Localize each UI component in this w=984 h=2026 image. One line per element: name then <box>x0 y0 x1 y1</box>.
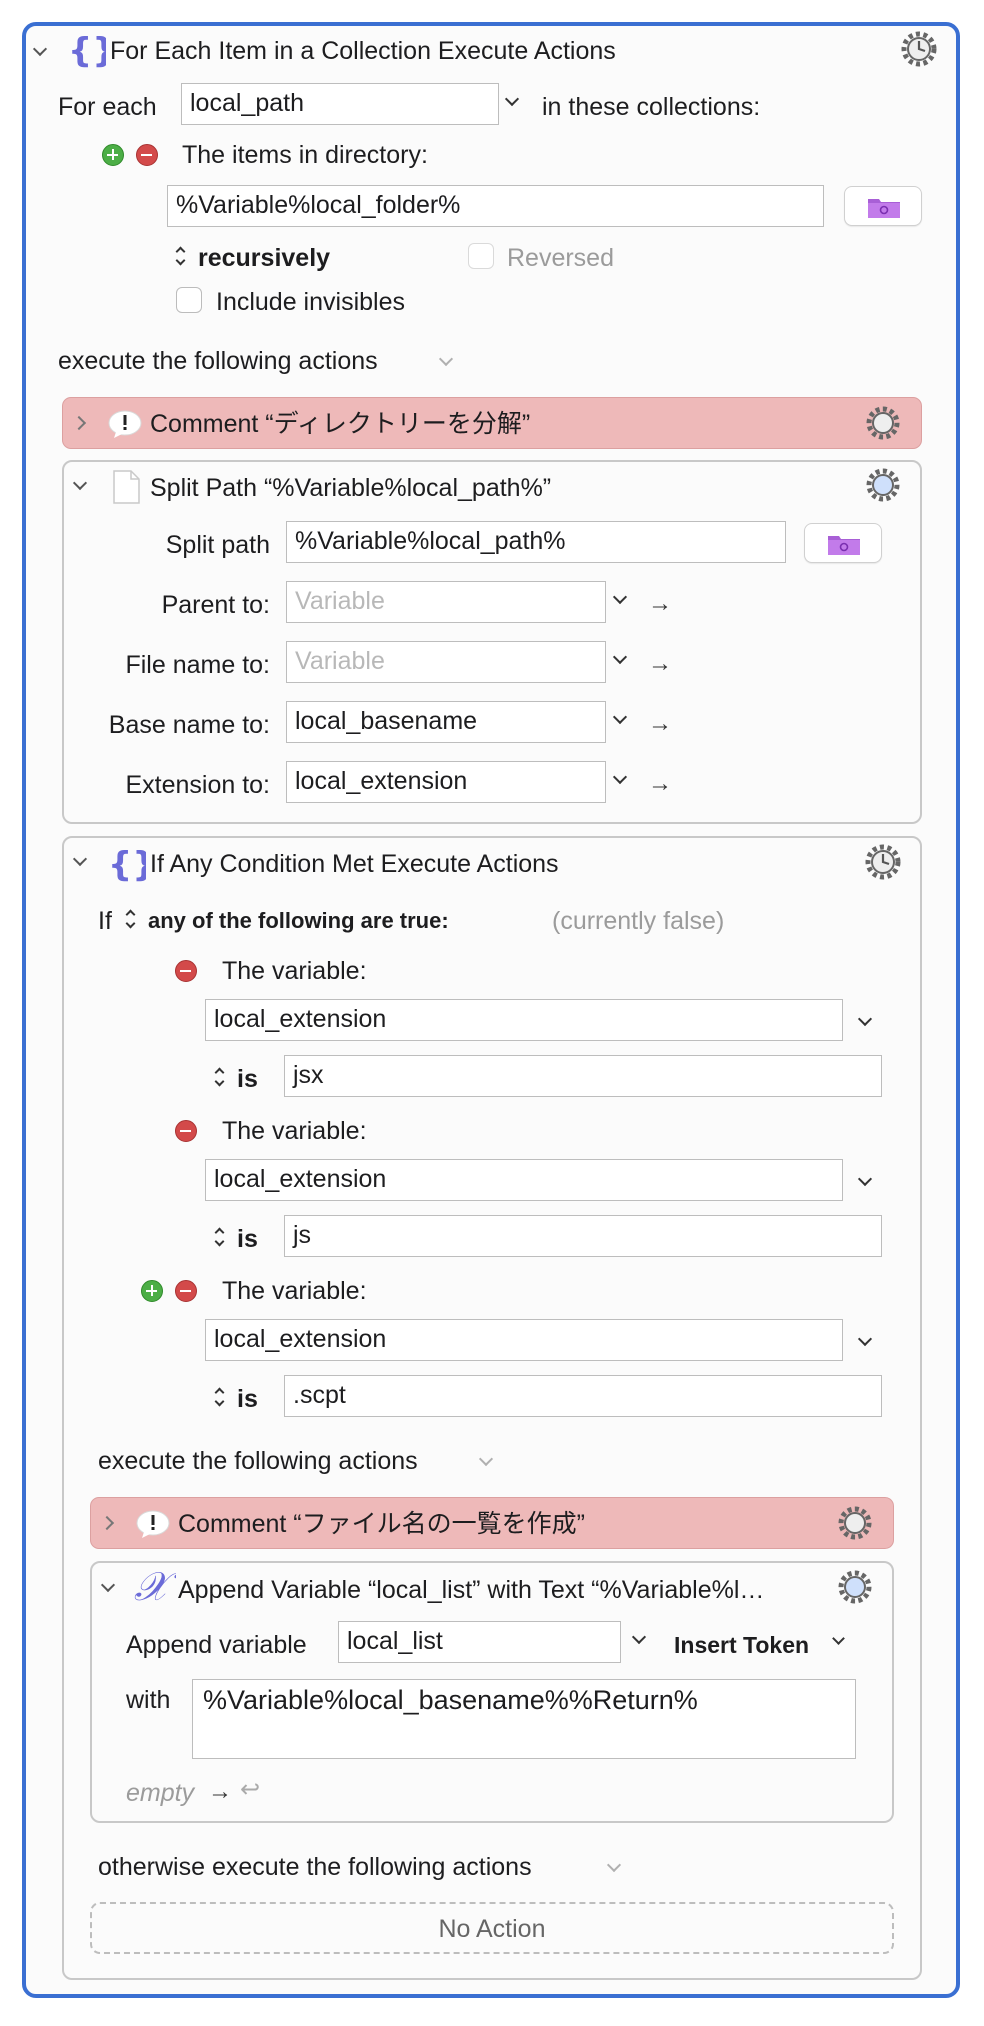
include-invisibles-label: Include invisibles <box>216 288 405 316</box>
file-name-label: File name to: <box>125 651 270 679</box>
gear-icon[interactable] <box>865 405 901 448</box>
condition-variable-field[interactable]: local_extension <box>205 1319 843 1361</box>
svg-text:𝒳: 𝒳 <box>134 1568 176 1608</box>
with-label: with <box>126 1686 171 1714</box>
operator-stepper-icon[interactable] <box>213 1226 227 1250</box>
recursive-stepper-icon[interactable] <box>174 245 188 269</box>
empty-label: empty <box>126 1779 195 1807</box>
condition-variable-field[interactable]: local_extension <box>205 1159 843 1201</box>
condition-value-field[interactable]: jsx <box>284 1055 882 1097</box>
no-action-label: No Action <box>438 1915 546 1943</box>
condition-value-field[interactable]: .scpt <box>284 1375 882 1417</box>
collection-type-label: The items in directory: <box>182 141 428 169</box>
append-variable-field[interactable]: local_list <box>338 1621 621 1663</box>
braces-icon: {} <box>106 845 156 885</box>
folder-button[interactable] <box>804 523 882 563</box>
add-condition-icon[interactable] <box>141 1280 163 1302</box>
otherwise-label: otherwise execute the following actions <box>98 1853 532 1881</box>
parent-label: Parent to: <box>161 591 270 619</box>
arrow-right-icon[interactable]: → <box>648 592 672 616</box>
comment-title: Comment “ファイル名の一覧を作成” <box>178 1510 585 1538</box>
condition-label: The variable: <box>222 1277 367 1305</box>
braces-icon: {} <box>66 31 116 71</box>
condition-mode-label[interactable]: any of the following are true: <box>148 906 449 936</box>
condition-operator[interactable]: is <box>237 1224 258 1254</box>
extension-field[interactable]: local_extension <box>286 761 606 803</box>
for-each-title: For Each Item in a Collection Execute Ac… <box>110 37 616 65</box>
for-each-variable-field[interactable]: local_path <box>181 83 499 125</box>
arrow-right-icon[interactable]: → <box>648 712 672 736</box>
parent-field[interactable]: Variable <box>286 581 606 623</box>
condition-operator[interactable]: is <box>237 1064 258 1094</box>
comment-title: Comment “ディレクトリーを分解” <box>150 410 531 438</box>
split-path-label: Split path <box>165 531 270 559</box>
condition-variable-field[interactable]: local_extension <box>205 999 843 1041</box>
file-name-field[interactable]: Variable <box>286 641 606 683</box>
return-icon: ↩ <box>240 1776 261 1803</box>
gear-clock-icon[interactable] <box>864 843 902 888</box>
remove-condition-icon[interactable] <box>175 960 197 982</box>
execute-actions-label: execute the following actions <box>58 347 378 375</box>
if-label: If <box>98 907 112 935</box>
collections-label: in these collections: <box>542 93 761 121</box>
gear-icon[interactable] <box>837 1505 873 1548</box>
reversed-label: Reversed <box>507 244 614 272</box>
gear-icon[interactable] <box>865 467 901 510</box>
for-each-label: For each <box>58 93 157 121</box>
folder-icon <box>828 536 860 555</box>
append-text-field[interactable]: %Variable%local_basename%%Return% <box>192 1679 856 1759</box>
directory-field[interactable]: %Variable%local_folder% <box>167 185 824 227</box>
arrow-right-icon[interactable]: → <box>648 772 672 796</box>
condition-label: The variable: <box>222 1117 367 1145</box>
arrow-right-icon[interactable]: → <box>648 652 672 676</box>
add-collection-icon[interactable] <box>102 144 124 166</box>
gear-icon[interactable] <box>837 1569 873 1612</box>
condition-value-field[interactable]: js <box>284 1215 882 1257</box>
svg-text:{}: {} <box>108 846 146 882</box>
comment-bubble-icon <box>108 410 142 445</box>
split-path-title: Split Path “%Variable%local_path%” <box>150 474 552 502</box>
remove-condition-icon[interactable] <box>175 1120 197 1142</box>
arrow-right-icon: → <box>208 1778 232 1805</box>
folder-button[interactable] <box>844 186 922 226</box>
variable-x-icon: 𝒳 <box>132 1564 180 1615</box>
comment-bubble-icon <box>136 1510 170 1545</box>
recursively-label[interactable]: recursively <box>198 243 330 273</box>
condition-operator[interactable]: is <box>237 1384 258 1414</box>
gear-clock-icon[interactable] <box>900 30 938 75</box>
split-path-field[interactable]: %Variable%local_path% <box>286 521 786 563</box>
remove-collection-icon[interactable] <box>136 144 158 166</box>
if-condition-title: If Any Condition Met Execute Actions <box>150 850 559 878</box>
append-variable-label: Append variable <box>126 1631 307 1659</box>
base-name-field[interactable]: local_basename <box>286 701 606 743</box>
reversed-checkbox[interactable] <box>468 243 494 269</box>
operator-stepper-icon[interactable] <box>213 1386 227 1410</box>
condition-label: The variable: <box>222 957 367 985</box>
execute-actions-label: execute the following actions <box>98 1447 418 1475</box>
remove-condition-icon[interactable] <box>175 1280 197 1302</box>
folder-icon <box>868 199 900 218</box>
condition-state-label: (currently false) <box>552 907 725 935</box>
svg-text:{}: {} <box>68 32 106 68</box>
operator-stepper-icon[interactable] <box>213 1066 227 1090</box>
append-title: Append Variable “local_list” with Text “… <box>178 1576 765 1604</box>
document-icon <box>112 470 140 511</box>
extension-label: Extension to: <box>125 771 270 799</box>
include-invisibles-checkbox[interactable] <box>176 287 202 313</box>
insert-token-button[interactable]: Insert Token <box>674 1630 809 1660</box>
base-name-label: Base name to: <box>108 711 270 739</box>
condition-mode-stepper-icon[interactable] <box>124 908 138 932</box>
